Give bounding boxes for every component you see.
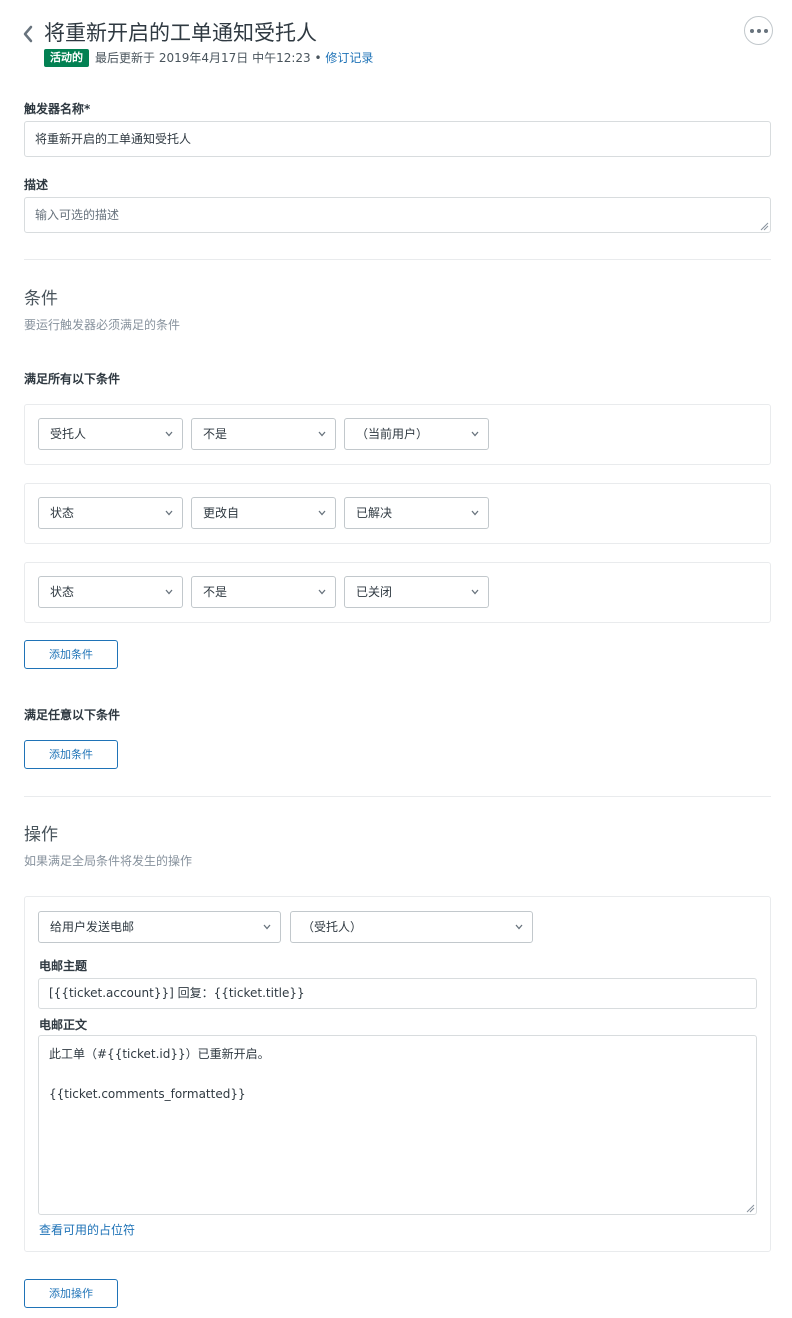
trigger-name-label: 触发器名称* <box>24 102 91 116</box>
condition-row: 状态 不是 已关闭 <box>24 562 771 623</box>
chevron-down-icon <box>471 510 479 516</box>
page-title: 将重新开启的工单通知受托人 <box>44 21 317 45</box>
last-updated: 最后更新于 2019年4月17日 中午12:23 • 修订记录 <box>95 49 373 67</box>
back-chevron-icon[interactable] <box>22 24 36 44</box>
select-value: 受托人 <box>50 427 87 441</box>
conditions-heading: 条件 <box>24 289 58 309</box>
conditions-subheading: 要运行触发器必须满足的条件 <box>24 318 181 332</box>
add-action-button[interactable]: 添加操作 <box>24 1279 118 1308</box>
email-subject-input[interactable]: [{{ticket.account}}] 回复：{{ticket.title}} <box>38 978 757 1009</box>
condition-operator-select[interactable]: 不是 <box>191 418 336 450</box>
email-subject-label: 电邮主题 <box>39 959 88 973</box>
email-body-label: 电邮正文 <box>39 1018 88 1032</box>
divider <box>24 259 771 260</box>
action-type-select[interactable]: 给用户发送电邮 <box>38 911 281 943</box>
add-any-condition-button[interactable]: 添加条件 <box>24 740 118 769</box>
condition-field-select[interactable]: 受托人 <box>38 418 183 450</box>
status-badge: 活动的 <box>44 49 89 67</box>
description-input[interactable]: 输入可选的描述 <box>24 197 771 233</box>
select-value: 给用户发送电邮 <box>50 920 135 934</box>
chevron-down-icon <box>318 431 326 437</box>
more-options-icon[interactable] <box>744 16 773 45</box>
select-value: （受托人） <box>302 920 363 934</box>
chevron-down-icon <box>515 924 523 930</box>
action-target-select[interactable]: （受托人） <box>290 911 533 943</box>
resize-handle-icon[interactable] <box>746 1204 755 1213</box>
action-card: 给用户发送电邮 （受托人） 电邮主题 [{{ticket.account}}] … <box>24 896 771 1252</box>
all-conditions-label: 满足所有以下条件 <box>24 372 121 386</box>
divider <box>24 796 771 797</box>
resize-handle-icon[interactable] <box>760 222 769 231</box>
chevron-down-icon <box>471 589 479 595</box>
chevron-down-icon <box>318 589 326 595</box>
email-body-textarea[interactable]: 此工单（#{{ticket.id}}）已重新开启。 {{ticket.comme… <box>38 1035 757 1215</box>
condition-field-select[interactable]: 状态 <box>38 576 183 608</box>
select-value: 不是 <box>203 427 228 441</box>
chevron-down-icon <box>165 589 173 595</box>
select-value: 状态 <box>50 585 75 599</box>
condition-value-select[interactable]: 已关闭 <box>344 576 489 608</box>
chevron-down-icon <box>165 431 173 437</box>
condition-value-select[interactable]: （当前用户） <box>344 418 489 450</box>
condition-operator-select[interactable]: 不是 <box>191 576 336 608</box>
condition-operator-select[interactable]: 更改自 <box>191 497 336 529</box>
select-value: 已关闭 <box>356 585 393 599</box>
email-body-line: {{ticket.comments_formatted}} <box>49 1087 246 1101</box>
chevron-down-icon <box>165 510 173 516</box>
select-value: 已解决 <box>356 506 393 520</box>
revisions-link[interactable]: 修订记录 <box>325 51 373 65</box>
chevron-down-icon <box>471 431 479 437</box>
updated-text: 最后更新于 2019年4月17日 中午12:23 • <box>95 51 322 65</box>
description-label: 描述 <box>24 178 49 192</box>
add-all-condition-button[interactable]: 添加条件 <box>24 640 118 669</box>
condition-row: 受托人 不是 （当前用户） <box>24 404 771 465</box>
select-value: （当前用户） <box>356 427 429 441</box>
select-value: 状态 <box>50 506 75 520</box>
condition-field-select[interactable]: 状态 <box>38 497 183 529</box>
email-body-line: 此工单（#{{ticket.id}}）已重新开启。 <box>49 1047 270 1061</box>
condition-row: 状态 更改自 已解决 <box>24 483 771 544</box>
chevron-down-icon <box>263 924 271 930</box>
actions-heading: 操作 <box>24 825 58 845</box>
select-value: 更改自 <box>203 506 240 520</box>
view-placeholders-link[interactable]: 查看可用的占位符 <box>39 1222 135 1238</box>
chevron-down-icon <box>318 510 326 516</box>
condition-value-select[interactable]: 已解决 <box>344 497 489 529</box>
actions-subheading: 如果满足全局条件将发生的操作 <box>24 854 193 868</box>
trigger-name-input[interactable]: 将重新开启的工单通知受托人 <box>24 121 771 157</box>
select-value: 不是 <box>203 585 228 599</box>
any-conditions-label: 满足任意以下条件 <box>24 708 121 722</box>
